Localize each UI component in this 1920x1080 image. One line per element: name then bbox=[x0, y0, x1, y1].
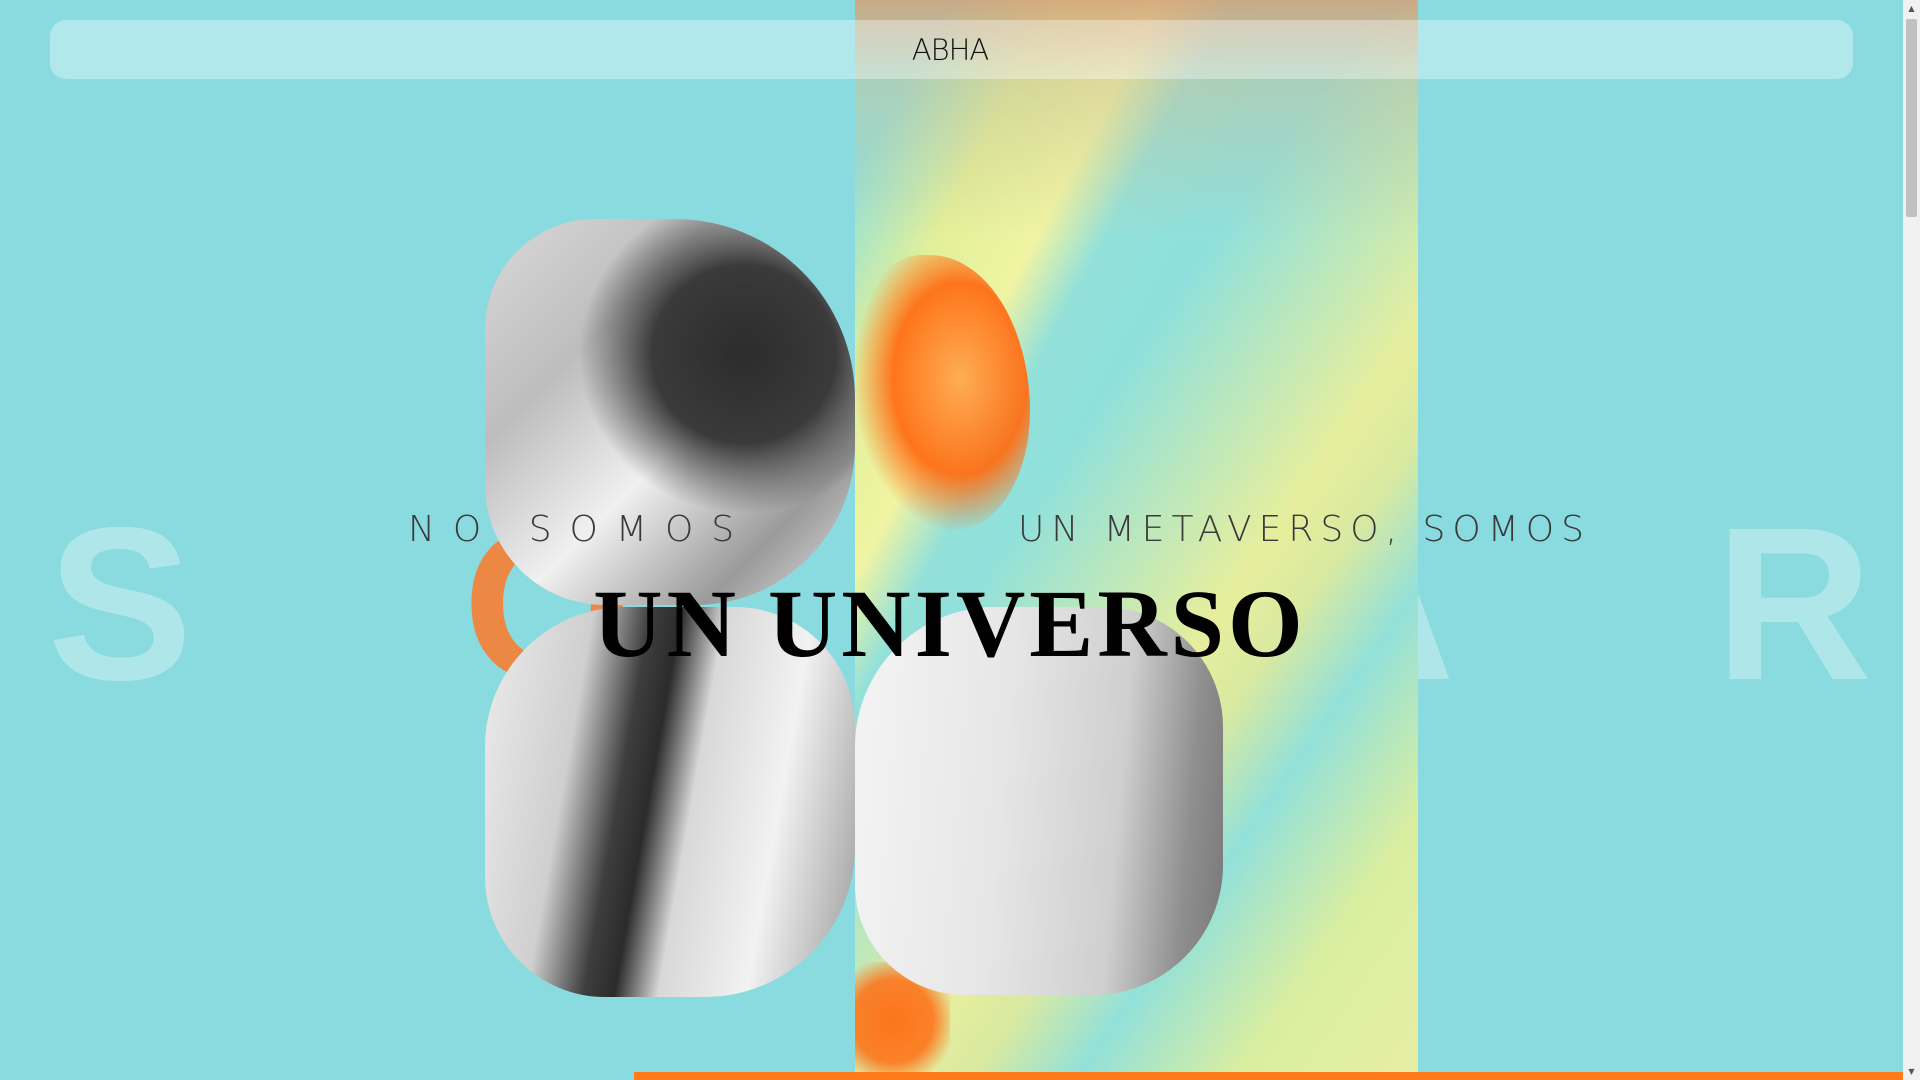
hero-line-1: NO SOMOS UN METAVERSO, SOMOS bbox=[0, 505, 1920, 561]
hero-line-1-left: NO SOMOS bbox=[408, 509, 753, 550]
scrollbar-thumb[interactable] bbox=[1906, 19, 1917, 217]
hero-headline: UN UNIVERSO bbox=[593, 570, 1307, 677]
scroll-up-icon[interactable]: ▲ bbox=[1903, 0, 1920, 17]
vertical-scrollbar[interactable]: ▲ ▼ bbox=[1903, 0, 1920, 1080]
page: S O Ñ A R ABHA NO SOMOS UN METAVERSO, SO… bbox=[0, 0, 1920, 1080]
bottom-accent-strip bbox=[634, 1072, 1904, 1080]
scroll-down-icon[interactable]: ▼ bbox=[1903, 1063, 1920, 1080]
hero-line-1-right: UN METAVERSO, SOMOS bbox=[1018, 509, 1591, 550]
logo[interactable]: ABHA bbox=[896, 30, 1004, 70]
